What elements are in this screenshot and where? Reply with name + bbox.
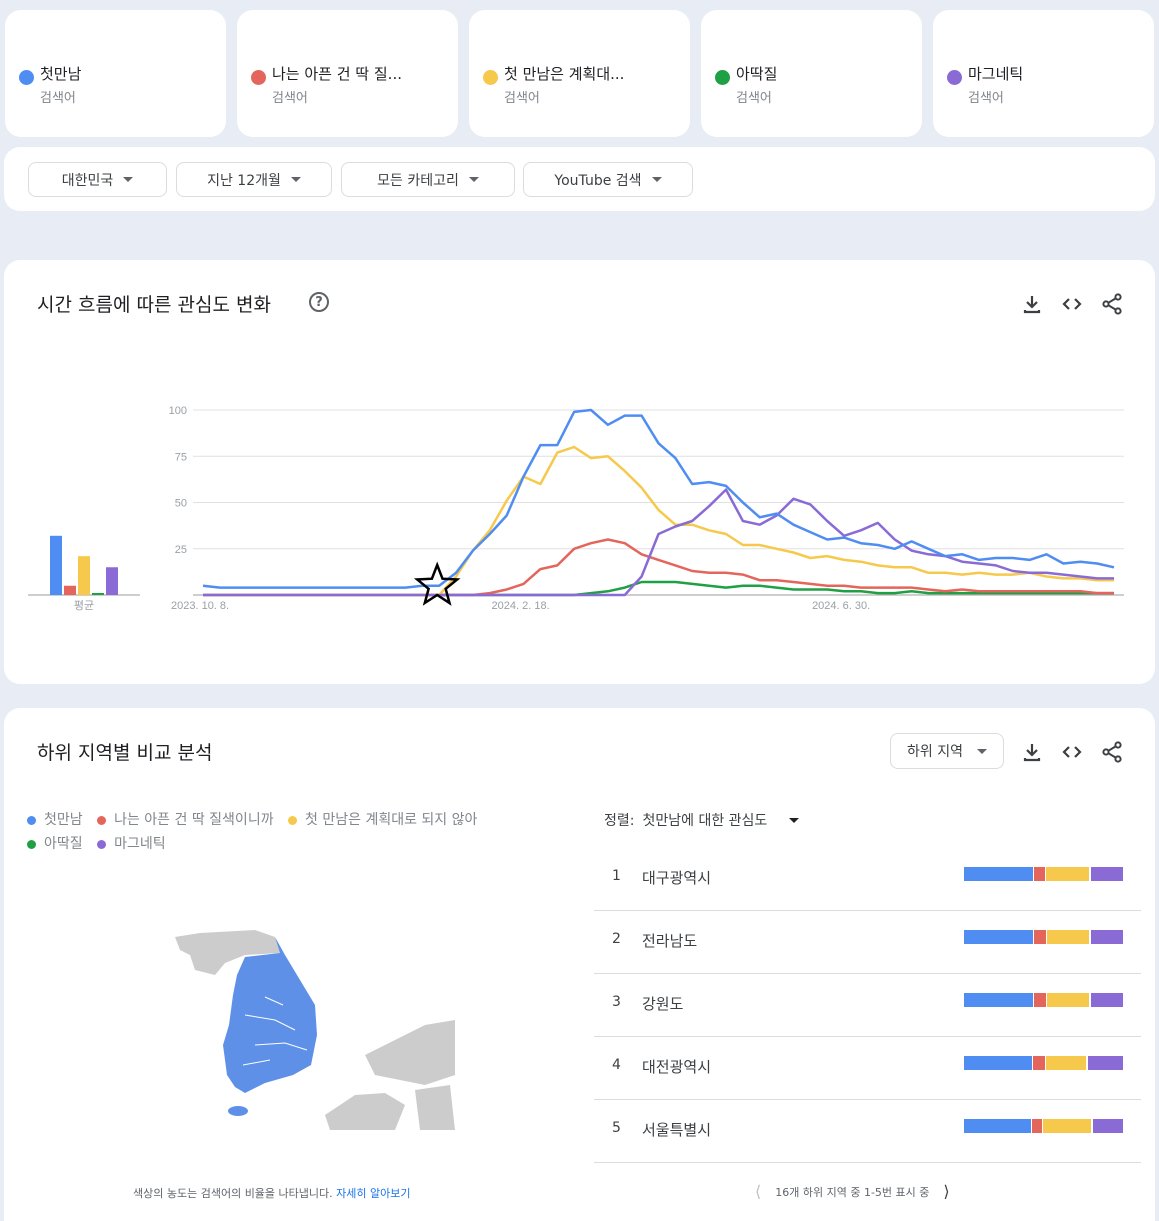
legend-label: 첫 만남은 계획대로 되지 않아 [305,812,478,828]
next-page-icon[interactable]: ⟩ [943,1182,949,1201]
download-icon[interactable] [1020,740,1044,764]
region-name: 대구광역시 [642,869,712,887]
legend-label: 첫만남 [44,812,83,828]
pagination: ⟨ 16개 하위 지역 중 1-5번 표시 중 ⟩ [755,1182,950,1201]
legend-item: 아딱질 [27,833,83,856]
star-annotation-icon [413,561,461,606]
interest-line-chart: 100 75 50 25 2023. 10. 8. 2024. 2. 18. 2024. 6… [28,405,1124,612]
share-segment [1091,993,1124,1007]
region-rank: 3 [612,994,621,1010]
legend-label: 마그네틱 [114,836,166,852]
kyushu-shape [325,1093,405,1130]
region-rank: 5 [612,1120,621,1136]
sort-label: 정렬: [604,813,635,829]
region-share-bar [964,1119,1124,1133]
embed-code-icon[interactable] [1060,740,1084,764]
map-note: 색상의 농도는 검색어의 비율을 나타냅니다. 자세히 알아보기 [133,1185,411,1201]
share-segment [964,930,1035,944]
region-row[interactable]: 2 전라남도 [594,911,1141,974]
share-segment [1093,1119,1124,1133]
region-level-select[interactable]: 하위 지역 [890,733,1004,769]
map-note-text: 색상의 농도는 검색어의 비율을 나타냅니다. [133,1187,333,1200]
section-title: 하위 지역별 비교 분석 [37,742,213,764]
x-tick-label: 2024. 2. 18. [492,600,550,612]
y-tick-label: 25 [175,544,187,556]
south-korea-shape[interactable] [223,937,317,1093]
y-tick-label: 50 [175,498,187,510]
region-map[interactable] [125,925,460,1130]
legend-dot [288,816,298,825]
region-rank: 2 [612,931,621,947]
share-segment [1046,1056,1087,1070]
avg-label: 평균 [74,599,94,612]
region-row[interactable]: 3 강원도 [594,974,1141,1037]
share-segment [964,1119,1032,1133]
prev-page-icon[interactable]: ⟨ [755,1182,761,1201]
share-segment [1091,867,1124,881]
region-share-bar [964,1056,1124,1070]
share-segment [1047,993,1090,1007]
region-share-bar [964,930,1124,944]
caret-down-icon [976,748,987,754]
learn-more-link[interactable]: 자세히 알아보기 [336,1187,410,1200]
region-level-label: 하위 지역 [907,744,963,760]
share-segment [1088,1056,1124,1070]
region-name: 서울특별시 [642,1121,712,1139]
share-icon[interactable] [1100,740,1124,764]
share-segment [964,867,1035,881]
region-row[interactable]: 1 대구광역시 [594,848,1141,911]
legend-item: 나는 아픈 건 딱 질색이니까 [97,809,274,832]
avg-bar [50,535,62,595]
legend-dot [97,840,107,849]
region-rank: 4 [612,1057,621,1073]
share-segment [1034,867,1046,881]
sort-control[interactable]: 정렬: 첫만남에 대한 관심도 [604,810,800,830]
share-segment [1034,930,1048,944]
jeju-island[interactable] [228,1106,248,1116]
legend-item: 첫만남 [27,809,83,832]
y-tick-label: 75 [175,451,187,463]
legend-item: 첫 만남은 계획대로 되지 않아 [288,809,477,832]
legend-item: 마그네틱 [97,833,166,856]
y-tick-label: 100 [169,405,187,417]
share-segment [1033,1056,1047,1070]
share-segment [1091,930,1124,944]
avg-bar [64,585,76,595]
shikoku-shape [415,1085,455,1130]
share-segment [1034,993,1048,1007]
x-tick-label: 2023. 10. 8. [171,600,229,612]
share-segment [964,993,1035,1007]
region-row[interactable]: 5 서울특별시 [594,1100,1141,1163]
region-row[interactable]: 4 대전광역시 [594,1037,1141,1100]
pager-text: 16개 하위 지역 중 1-5번 표시 중 [775,1185,930,1199]
region-name: 대전광역시 [642,1058,712,1076]
avg-bar [92,593,104,595]
region-legend: 첫만남 나는 아픈 건 딱 질색이니까 첫 만남은 계획대로 되지 않아 아딱질… [27,809,567,857]
share-segment [1045,867,1090,881]
region-name: 강원도 [642,995,684,1013]
legend-dot [27,840,36,849]
legend-dot [27,816,36,825]
share-segment [964,1056,1034,1070]
japan-shape [365,1020,455,1085]
region-share-bar [964,993,1124,1007]
share-segment [1043,1119,1092,1133]
avg-bar [106,567,118,595]
region-rank: 1 [612,868,621,884]
caret-down-icon [789,817,800,823]
sort-value: 첫만남에 대한 관심도 [642,813,768,829]
avg-bar [78,556,90,595]
legend-label: 나는 아픈 건 딱 질색이니까 [114,812,274,828]
region-share-bar [964,867,1124,881]
legend-dot [97,816,107,825]
x-tick-label: 2024. 6. 30. [812,600,870,612]
region-name: 전라남도 [642,932,698,950]
share-segment [1047,930,1090,944]
legend-label: 아딱질 [44,836,83,852]
series-line [203,445,1114,597]
share-segment [1031,1119,1044,1133]
series-line [203,488,1114,597]
